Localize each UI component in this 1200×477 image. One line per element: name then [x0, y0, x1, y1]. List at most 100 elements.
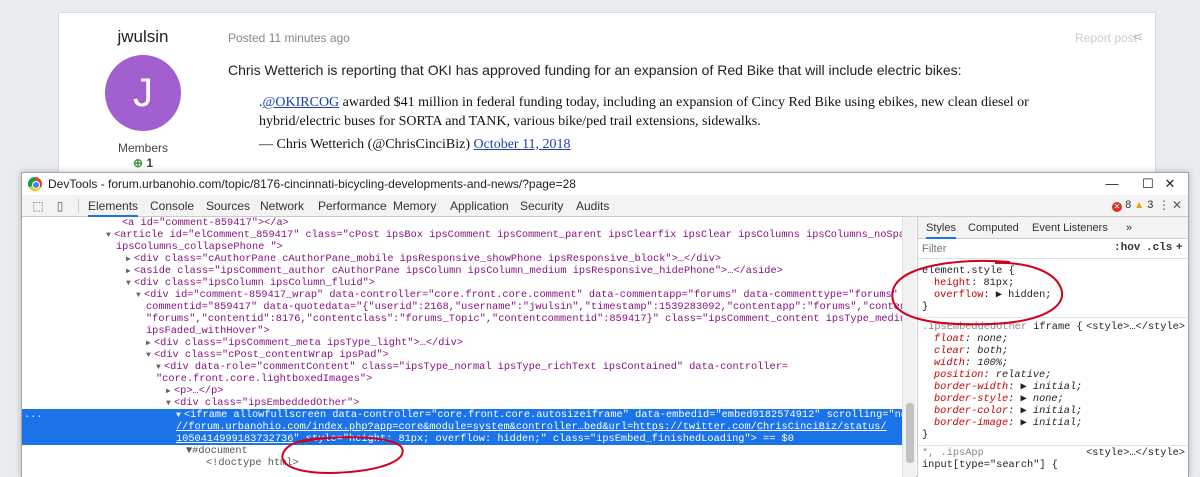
collapse-triangle-icon[interactable]: ▼ [166, 398, 174, 409]
css-property[interactable]: height: 81px; [918, 277, 1188, 289]
collapse-triangle-icon[interactable]: ▼ [126, 278, 134, 289]
scrollbar-thumb[interactable] [906, 403, 914, 463]
property-name[interactable]: float [934, 333, 965, 345]
dom-node-cont[interactable]: commentid="859417" data-quotedata="{"use… [22, 301, 902, 313]
expand-triangle-icon[interactable]: ▶ [126, 254, 134, 265]
collapse-triangle-icon[interactable]: ▼ [156, 362, 164, 373]
new-rule-button[interactable]: + [1176, 242, 1183, 254]
css-property[interactable]: border-style: ▶ none; [918, 393, 1188, 405]
property-value[interactable]: ▶ initial; [1021, 381, 1083, 393]
expand-triangle-icon[interactable]: ▶ [146, 338, 154, 349]
tab-security[interactable]: Security [520, 195, 563, 217]
css-property[interactable]: overflow: ▶ hidden; [918, 289, 1188, 301]
css-property[interactable]: border-image: ▶ initial; [918, 417, 1188, 429]
hover-state-toggle[interactable]: :hov [1114, 242, 1140, 254]
property-name[interactable]: border-color [934, 405, 1008, 417]
dom-node[interactable]: ▼#document [22, 445, 902, 457]
dom-node[interactable]: ▼ <article id="elComment_859417" class="c… [22, 229, 902, 241]
css-property[interactable]: position: relative; [918, 369, 1188, 381]
iframe-src-link[interactable]: //forum.urbanohio.com/index.php?app=core… [176, 421, 887, 433]
dom-node-cont[interactable]: "forums","contentid":8176,"contentclass"… [22, 313, 902, 325]
tab-application[interactable]: Application [450, 195, 509, 217]
property-value[interactable]: ▶ hidden; [996, 289, 1052, 301]
css-property[interactable]: border-color: ▶ initial; [918, 405, 1188, 417]
selected-dom-node[interactable]: ... ▼ <iframe allowfullscreen data-control… [22, 409, 902, 421]
property-name[interactable]: position [934, 369, 983, 381]
property-name[interactable]: border-style [934, 393, 1008, 405]
selector-text[interactable]: *, .ipsApp [922, 447, 984, 459]
node-actions-dots[interactable]: ... [24, 409, 43, 421]
dom-node[interactable]: ▼ <div class="cPost_contentWrap ipsPad"> [22, 349, 902, 361]
selected-dom-node-cont[interactable]: 1050414999183732736" style="height: 81px… [22, 433, 902, 445]
tab-audits[interactable]: Audits [576, 195, 609, 217]
issue-counters[interactable]: ✕ 8 ▲ 3 [1112, 199, 1153, 212]
kebab-menu-icon[interactable]: ⋮ [1158, 198, 1170, 212]
property-name[interactable]: border-width [934, 381, 1008, 393]
property-value[interactable]: both; [977, 345, 1008, 357]
dom-node-cont[interactable]: ipsColumns_collapsePhone "> [22, 241, 902, 253]
dom-node-cont[interactable]: ipsFaded_withHover"> [22, 325, 902, 337]
property-value[interactable]: relative; [996, 369, 1052, 381]
tab-event-listeners[interactable]: Event Listeners [1032, 217, 1108, 239]
collapse-triangle-icon[interactable]: ▼ [106, 230, 114, 241]
class-toggle[interactable]: .cls [1146, 242, 1172, 254]
dom-node[interactable]: ▼ <div class="ipsColumn ipsColumn_fluid"> [22, 277, 902, 289]
dom-node[interactable]: ▼ <div id="comment-859417_wrap" data-cont… [22, 289, 902, 301]
dom-node[interactable]: ▶ <div class="ipsComment_meta ipsType_lig… [22, 337, 902, 349]
dom-node[interactable]: ▼ <div class="ipsEmbeddedOther"> [22, 397, 902, 409]
property-name[interactable]: height [934, 277, 971, 289]
tab-performance[interactable]: Performance [318, 195, 387, 217]
property-value[interactable]: none; [977, 333, 1008, 345]
tab-computed[interactable]: Computed [968, 217, 1019, 239]
property-name[interactable]: clear [934, 345, 965, 357]
css-property[interactable]: float: none; [918, 333, 1188, 345]
dom-node[interactable]: ▼ <div data-role="commentContent" class="… [22, 361, 902, 373]
tweet-date-link[interactable]: October 11, 2018 [473, 137, 570, 152]
property-name[interactable]: width [934, 357, 965, 369]
dom-node[interactable]: ▶ <div class="cAuthorPane cAuthorPane_mob… [22, 253, 902, 265]
tab-elements[interactable]: Elements [88, 195, 139, 217]
close-window-button[interactable]: ✕ [1152, 173, 1188, 195]
dom-node[interactable]: <!doctype html> [22, 457, 902, 469]
styles-filter-input[interactable] [922, 242, 1102, 256]
stylesheet-origin-link[interactable]: <style>…</style> [1086, 321, 1185, 333]
property-value[interactable]: ▶ initial; [1021, 405, 1083, 417]
post-timestamp[interactable]: Posted 11 minutes ago [228, 31, 350, 45]
collapse-triangle-icon[interactable]: ▼ [176, 410, 184, 421]
collapse-triangle-icon[interactable]: ▼ [146, 350, 154, 361]
expand-triangle-icon[interactable]: ▶ [166, 386, 174, 397]
collapse-triangle-icon[interactable]: ▼ [136, 290, 144, 301]
css-property[interactable]: width: 100%; [918, 357, 1188, 369]
property-name[interactable]: overflow [934, 289, 983, 301]
more-tabs-icon[interactable]: » [1126, 217, 1132, 239]
inspect-element-icon[interactable]: ⬚ [30, 198, 46, 214]
css-property[interactable]: border-width: ▶ initial; [918, 381, 1188, 393]
tab-memory[interactable]: Memory [393, 195, 436, 217]
dom-node-cont[interactable]: "core.front.core.lightboxedImages"> [22, 373, 902, 385]
tab-network[interactable]: Network [260, 195, 304, 217]
selected-dom-node-cont[interactable]: //forum.urbanohio.com/index.php?app=core… [22, 421, 902, 433]
dom-node[interactable]: ▶ <p>…</p> [22, 385, 902, 397]
avatar[interactable]: J [105, 55, 181, 131]
report-post-link[interactable]: Report post [1075, 31, 1137, 45]
tab-styles[interactable]: Styles [926, 217, 956, 239]
selector-text[interactable]: element.style { [922, 265, 1015, 277]
property-value[interactable]: 100%; [977, 357, 1008, 369]
share-icon[interactable]: ⋖ [1132, 29, 1143, 45]
tab-console[interactable]: Console [150, 195, 194, 217]
property-value[interactable]: ▶ none; [1021, 393, 1064, 405]
dom-node[interactable]: <a id="comment-859417"></a> [22, 217, 902, 229]
selector-text[interactable]: .ipsEmbeddedOther [922, 321, 1027, 333]
stylesheet-origin-link[interactable]: <style>…</style> [1086, 447, 1185, 459]
selector-text[interactable]: iframe { [1027, 321, 1082, 333]
close-devtools-icon[interactable]: ✕ [1172, 198, 1182, 212]
dom-node[interactable]: ▶ <aside class="ipsComment_author cAuthor… [22, 265, 902, 277]
dom-tree-scrollbar[interactable] [902, 217, 916, 477]
minimize-button[interactable]: — [1094, 173, 1130, 195]
expand-triangle-icon[interactable]: ▶ [126, 266, 134, 277]
author-name[interactable]: jwulsin [59, 27, 227, 47]
property-value[interactable]: ▶ initial; [1021, 417, 1083, 429]
css-property[interactable]: clear: both; [918, 345, 1188, 357]
selector-text[interactable]: input[type="search"] { [922, 459, 1058, 471]
property-name[interactable]: border-image [934, 417, 1008, 429]
